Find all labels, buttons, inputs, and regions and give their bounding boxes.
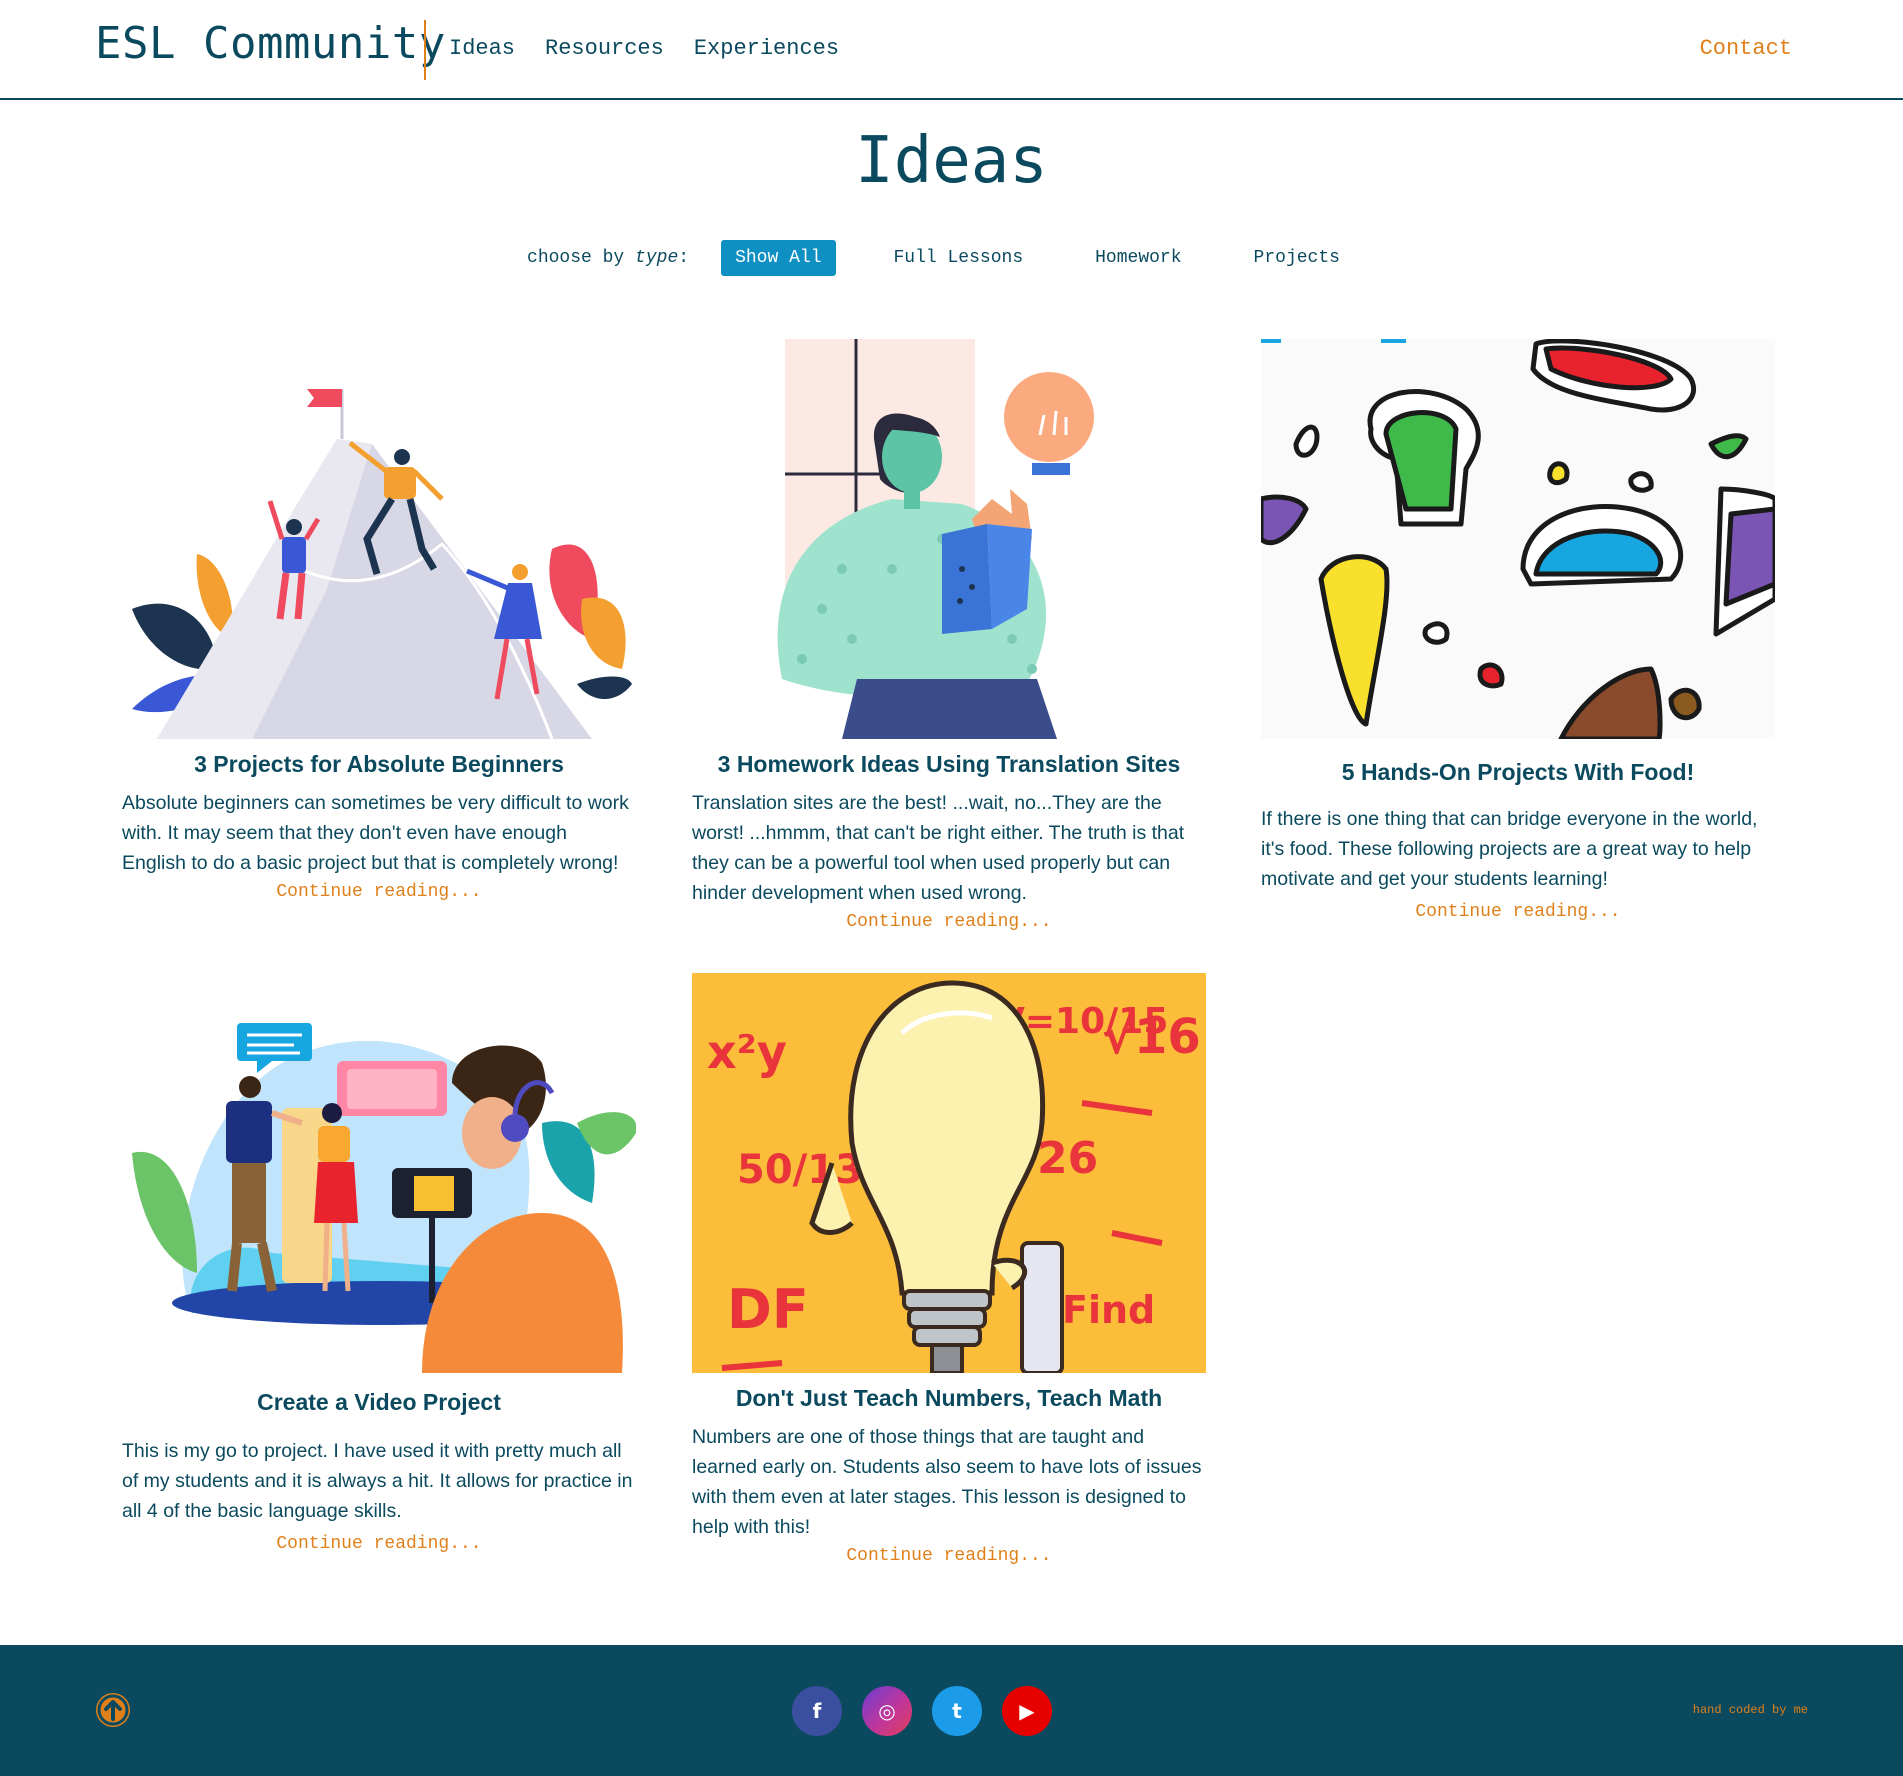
site-footer: f ◎ t ▶ hand coded by me (0, 1645, 1903, 1776)
card-title[interactable]: 3 Projects for Absolute Beginners (122, 751, 636, 778)
mountain-climbers-illustration[interactable] (122, 339, 636, 739)
main-nav: Ideas Resources Experiences (449, 36, 839, 61)
math-lightbulb-illustration[interactable]: x²y V=10/15 √16 50/13 26 DF Find (692, 973, 1206, 1373)
reading-woman-illustration[interactable] (692, 339, 1206, 739)
filter-full-lessons[interactable]: Full Lessons (880, 240, 1038, 276)
arrow-up-icon (97, 1694, 129, 1726)
card-excerpt: Numbers are one of those things that are… (692, 1426, 1202, 1538)
nav-resources[interactable]: Resources (545, 36, 664, 61)
nav-experiences[interactable]: Experiences (694, 36, 839, 61)
youtube-icon[interactable]: ▶ (1002, 1686, 1052, 1736)
filter-projects[interactable]: Projects (1240, 240, 1354, 276)
card-excerpt: Translation sites are the best! ...wait,… (692, 792, 1185, 904)
card-excerpt: This is my go to project. I have used it… (122, 1440, 633, 1522)
continue-reading-link[interactable]: Continue reading... (122, 882, 636, 902)
math-glyph: 26 (1037, 1133, 1098, 1184)
card-title[interactable]: Create a Video Project (122, 1389, 636, 1416)
filter-label: choose by type: (527, 248, 690, 268)
food-doodles-illustration[interactable] (1261, 339, 1775, 739)
footer-credit: hand coded by me (1692, 1703, 1808, 1717)
facebook-icon[interactable]: f (792, 1686, 842, 1736)
page-title: Ideas (855, 124, 1048, 198)
twitter-icon[interactable]: t (932, 1686, 982, 1736)
brand-divider (424, 20, 426, 80)
math-glyph: x²y (707, 1025, 787, 1079)
filter-show-all[interactable]: Show All (721, 240, 836, 276)
site-header: ESL Community Ideas Resources Experience… (0, 0, 1903, 100)
site-logo[interactable]: ESL Community (95, 18, 446, 69)
card-title[interactable]: 5 Hands-On Projects With Food! (1261, 759, 1775, 786)
card-title[interactable]: Don't Just Teach Numbers, Teach Math (692, 1385, 1206, 1412)
card-excerpt: Absolute beginners can sometimes be very… (122, 792, 629, 874)
continue-reading-link[interactable]: Continue reading... (692, 1546, 1206, 1566)
card-excerpt: If there is one thing that can bridge ev… (1261, 808, 1758, 890)
math-glyph: DF (727, 1278, 809, 1341)
nav-ideas[interactable]: Ideas (449, 36, 515, 61)
idea-card: 5 Hands-On Projects With Food! If there … (1261, 339, 1775, 922)
instagram-icon[interactable]: ◎ (862, 1686, 912, 1736)
idea-card: 3 Homework Ideas Using Translation Sites… (692, 339, 1206, 932)
video-project-illustration[interactable] (122, 973, 636, 1373)
continue-reading-link[interactable]: Continue reading... (122, 1534, 636, 1554)
filter-homework[interactable]: Homework (1081, 240, 1195, 276)
filter-bar: choose by type: Show All Full Lessons Ho… (0, 240, 1903, 276)
continue-reading-link[interactable]: Continue reading... (1261, 902, 1775, 922)
math-glyph: √16 (1102, 1009, 1201, 1065)
continue-reading-link[interactable]: Continue reading... (692, 912, 1206, 932)
nav-contact[interactable]: Contact (1700, 36, 1792, 61)
social-links: f ◎ t ▶ (792, 1686, 1052, 1736)
idea-card: x²y V=10/15 √16 50/13 26 DF Find Don't J… (692, 973, 1206, 1566)
idea-card: 3 Projects for Absolute Beginners Absolu… (122, 339, 636, 902)
idea-card: Create a Video Project This is my go to … (122, 973, 636, 1554)
back-to-top-button[interactable] (96, 1693, 130, 1727)
math-glyph: 50/13 (737, 1147, 863, 1193)
card-title[interactable]: 3 Homework Ideas Using Translation Sites (692, 751, 1206, 778)
math-glyph: Find (1062, 1288, 1155, 1332)
